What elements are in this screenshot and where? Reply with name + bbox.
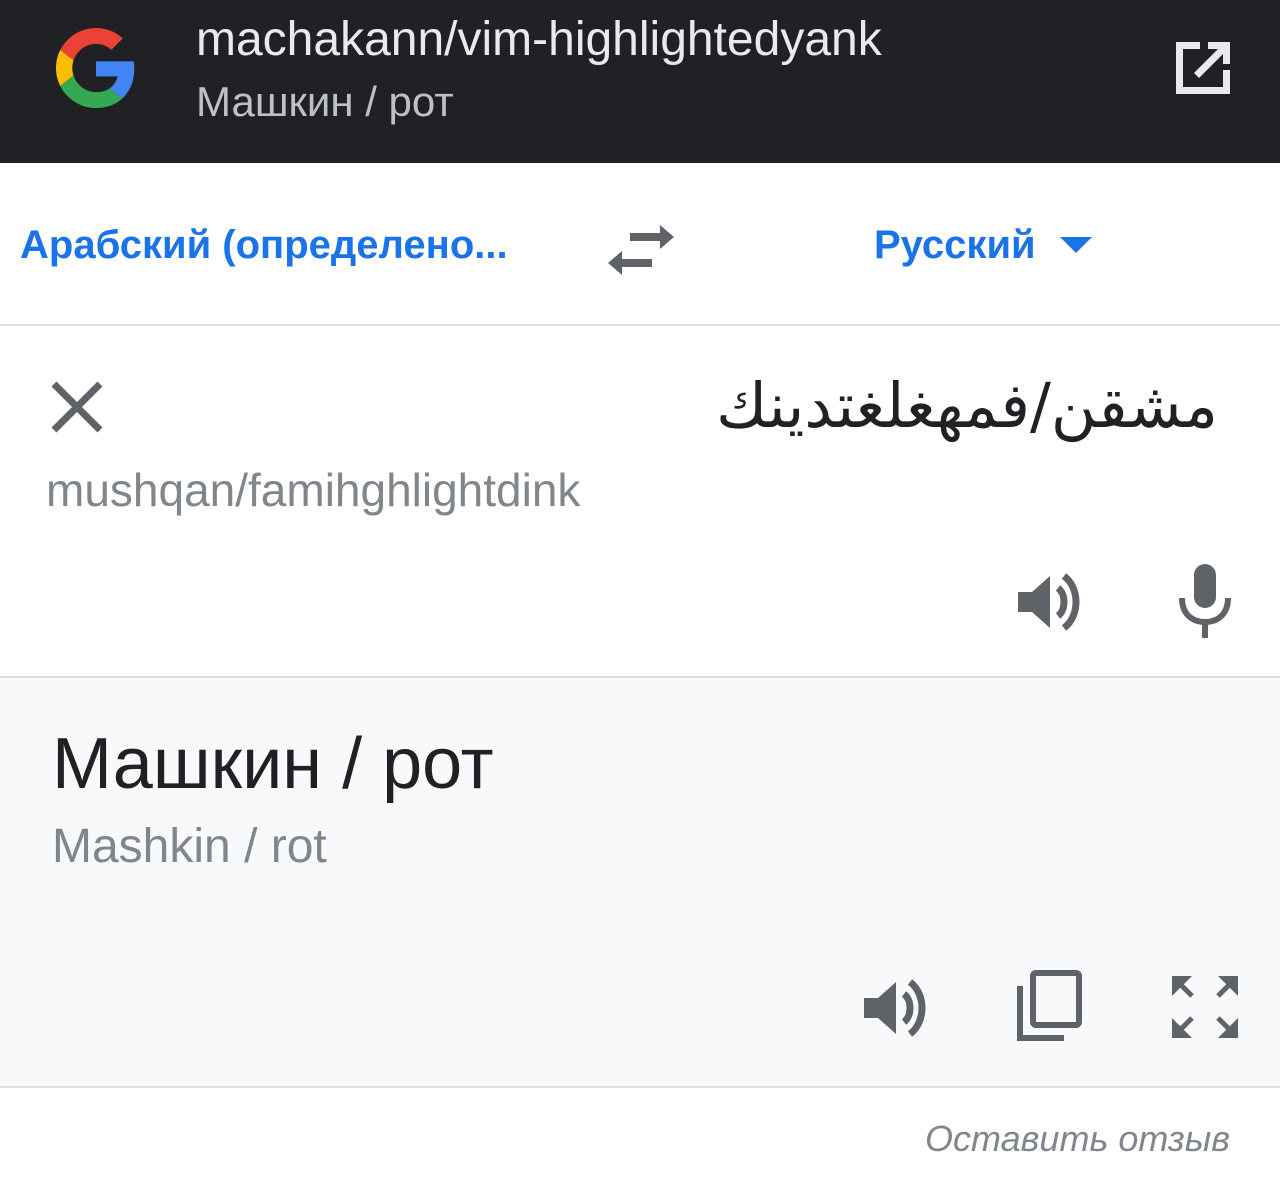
copy-icon[interactable] [1012, 968, 1086, 1044]
source-transliteration: mushqan/famihghlightdink [46, 464, 581, 516]
arrow-drop-down-icon [1059, 237, 1092, 253]
translation-transliteration: Mashkin / rot [52, 820, 327, 873]
volume-up-icon[interactable] [1012, 566, 1088, 638]
close-icon[interactable] [46, 376, 108, 438]
source-panel: مشقن/فمهغلغتدينك mushqan/famihghlightdin… [0, 326, 1280, 678]
app-header: machakann/vim-highlightedyank Машкин / р… [0, 0, 1280, 163]
source-language-selector[interactable]: Арабский (определено... [20, 217, 508, 273]
target-language-selector[interactable]: Русский [874, 217, 1092, 273]
target-language-label: Русский [874, 222, 1036, 267]
feedback-link[interactable]: Оставить отзыв [925, 1118, 1230, 1160]
page-subtitle: Машкин / рот [196, 78, 454, 125]
fullscreen-icon[interactable] [1168, 972, 1242, 1042]
mic-icon[interactable] [1170, 562, 1240, 642]
open-in-new-icon[interactable] [1166, 34, 1240, 102]
volume-up-icon[interactable] [858, 972, 934, 1044]
language-bar: Арабский (определено... Русский [0, 163, 1280, 326]
translation-text: Машкин / рот [52, 724, 494, 804]
result-panel: Машкин / рот Mashkin / rot [0, 678, 1280, 1088]
footer: Оставить отзыв [0, 1088, 1280, 1192]
swap-languages-icon[interactable] [602, 215, 680, 285]
source-text[interactable]: مشقن/فمهغلغتدينك [716, 366, 1218, 446]
google-logo-icon [56, 28, 135, 108]
page-title: machakann/vim-highlightedyank [196, 13, 882, 66]
